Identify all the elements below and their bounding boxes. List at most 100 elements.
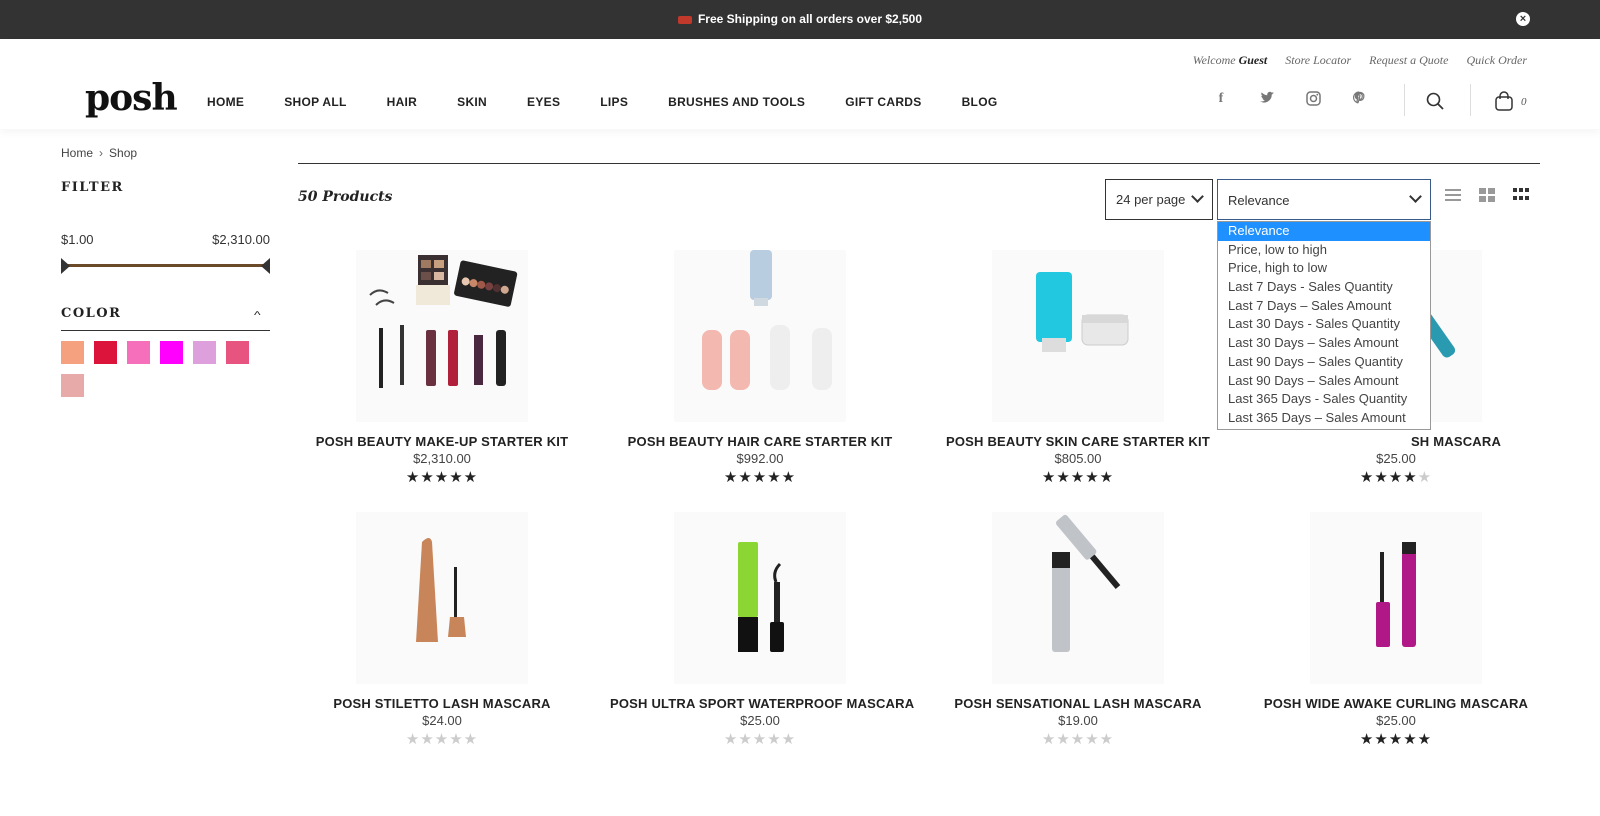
- divider: [61, 330, 270, 331]
- list-view-icon[interactable]: [1445, 188, 1461, 202]
- facebook-icon[interactable]: f: [1212, 91, 1230, 110]
- nav-gift-cards[interactable]: GIFT CARDS: [845, 95, 921, 109]
- breadcrumb-current: Shop: [109, 146, 138, 160]
- star-icon: ★: [449, 469, 464, 486]
- sort-option[interactable]: Last 7 Days - Sales Quantity: [1218, 278, 1430, 297]
- product-card[interactable]: POSH BEAUTY MAKE-UP STARTER KIT $2,310.0…: [292, 250, 592, 486]
- color-swatch[interactable]: [160, 341, 183, 364]
- rating-stars: ★★★★★: [928, 730, 1228, 748]
- product-image[interactable]: [674, 250, 846, 422]
- product-image[interactable]: [356, 250, 528, 422]
- cart-bag-icon[interactable]: [1494, 91, 1514, 111]
- price-range-track[interactable]: [63, 264, 268, 267]
- filter-title: FILTER: [61, 180, 124, 195]
- color-swatch[interactable]: [193, 341, 216, 364]
- rating-stars: ★★★★★: [1246, 730, 1546, 748]
- nav-hair[interactable]: HAIR: [387, 95, 418, 109]
- star-icon: ★: [1388, 731, 1404, 748]
- announcement-bar: Free Shipping on all orders over $2,500 …: [0, 0, 1600, 39]
- rating-stars: ★★★★★: [610, 468, 910, 486]
- nav-lips[interactable]: LIPS: [600, 95, 628, 109]
- nav-blog[interactable]: BLOG: [962, 95, 998, 109]
- request-quote-link[interactable]: Request a Quote: [1369, 53, 1448, 68]
- product-name[interactable]: SH MASCARA: [1246, 434, 1546, 449]
- compact-grid-view-icon[interactable]: [1513, 188, 1529, 202]
- product-card[interactable]: POSH WIDE AWAKE CURLING MASCARA $25.00 ★…: [1246, 512, 1546, 748]
- star-icon: ★: [723, 469, 739, 486]
- nav-home[interactable]: HOME: [207, 95, 244, 109]
- star-icon: ★: [723, 731, 739, 748]
- product-name[interactable]: POSH BEAUTY SKIN CARE STARTER KIT: [928, 434, 1228, 449]
- breadcrumb: Home › Shop: [61, 146, 137, 160]
- product-name[interactable]: POSH BEAUTY HAIR CARE STARTER KIT: [610, 434, 910, 449]
- color-filter-title[interactable]: COLOR: [61, 306, 121, 321]
- product-image[interactable]: [992, 512, 1164, 684]
- nav-skin[interactable]: SKIN: [457, 95, 487, 109]
- sort-option[interactable]: Last 90 Days – Sales Quantity: [1218, 353, 1430, 372]
- product-card[interactable]: POSH SENSATIONAL LASH MASCARA $19.00 ★★★…: [928, 512, 1228, 748]
- star-icon: ★: [1085, 731, 1100, 748]
- sort-option[interactable]: Last 30 Days - Sales Quantity: [1218, 315, 1430, 334]
- product-name[interactable]: POSH ULTRA SPORT WATERPROOF MASCARA: [610, 696, 914, 711]
- star-icon: ★: [434, 731, 450, 748]
- color-swatch[interactable]: [226, 341, 249, 364]
- per-page-select[interactable]: 24 per page: [1105, 179, 1213, 220]
- product-card[interactable]: POSH BEAUTY HAIR CARE STARTER KIT $992.0…: [610, 250, 910, 486]
- instagram-icon[interactable]: [1304, 91, 1322, 110]
- sort-option[interactable]: Last 7 Days – Sales Amount: [1218, 297, 1430, 316]
- twitter-icon[interactable]: [1258, 91, 1276, 110]
- product-name[interactable]: POSH BEAUTY MAKE-UP STARTER KIT: [292, 434, 592, 449]
- product-card[interactable]: POSH STILETTO LASH MASCARA $24.00 ★★★★★: [292, 512, 592, 748]
- star-icon: ★: [1403, 731, 1418, 748]
- product-image[interactable]: [992, 250, 1164, 422]
- product-card[interactable]: POSH BEAUTY SKIN CARE STARTER KIT $805.0…: [928, 250, 1228, 486]
- nav-brushes-and-tools[interactable]: BRUSHES AND TOOLS: [668, 95, 805, 109]
- product-name[interactable]: POSH WIDE AWAKE CURLING MASCARA: [1246, 696, 1546, 711]
- chevron-up-icon[interactable]: ^: [254, 309, 261, 320]
- breadcrumb-home[interactable]: Home: [61, 146, 93, 160]
- store-locator-link[interactable]: Store Locator: [1285, 53, 1351, 68]
- price-range-max-handle[interactable]: [261, 258, 270, 274]
- product-name[interactable]: POSH SENSATIONAL LASH MASCARA: [928, 696, 1228, 711]
- sort-select[interactable]: Relevance: [1217, 179, 1431, 220]
- quick-order-link[interactable]: Quick Order: [1466, 53, 1527, 68]
- grid-view-icon[interactable]: [1479, 188, 1495, 202]
- star-icon: ★: [1041, 731, 1057, 748]
- product-image[interactable]: [1310, 512, 1482, 684]
- sort-option[interactable]: Last 365 Days – Sales Amount: [1218, 409, 1430, 428]
- search-icon[interactable]: [1426, 92, 1444, 110]
- color-swatch[interactable]: [127, 341, 150, 364]
- price-range-min-handle[interactable]: [61, 258, 70, 274]
- color-swatch[interactable]: [61, 374, 84, 397]
- star-icon: ★: [1417, 731, 1433, 748]
- sort-dropdown-list: Relevance Price, low to high Price, high…: [1217, 221, 1431, 430]
- sort-option[interactable]: Last 30 Days – Sales Amount: [1218, 334, 1430, 353]
- nav-shop-all[interactable]: SHOP ALL: [284, 95, 346, 109]
- sort-option[interactable]: Last 365 Days - Sales Quantity: [1218, 390, 1430, 409]
- star-icon: ★: [1041, 469, 1057, 486]
- sort-option[interactable]: Price, high to low: [1218, 259, 1430, 278]
- star-icon: ★: [767, 469, 782, 486]
- product-name[interactable]: POSH STILETTO LASH MASCARA: [292, 696, 592, 711]
- color-swatch[interactable]: [61, 341, 84, 364]
- close-icon[interactable]: ×: [1516, 12, 1530, 26]
- main-nav: HOME SHOP ALL HAIR SKIN EYES LIPS BRUSHE…: [207, 95, 1037, 109]
- star-icon: ★: [420, 731, 435, 748]
- social-links: f: [1212, 91, 1368, 110]
- announcement-text: Free Shipping on all orders over $2,500: [697, 12, 923, 26]
- nav-eyes[interactable]: EYES: [527, 95, 560, 109]
- star-icon: ★: [1099, 469, 1115, 486]
- product-card[interactable]: POSH ULTRA SPORT WATERPROOF MASCARA $25.…: [610, 512, 914, 748]
- sort-option[interactable]: Last 90 Days – Sales Amount: [1218, 372, 1430, 391]
- star-icon: ★: [767, 731, 782, 748]
- logo[interactable]: posh: [85, 77, 178, 119]
- breadcrumb-separator: ›: [99, 146, 104, 160]
- product-price: $25.00: [1376, 713, 1416, 728]
- view-toggles: [1445, 188, 1529, 202]
- sort-option[interactable]: Relevance: [1218, 222, 1430, 241]
- color-swatch[interactable]: [94, 341, 117, 364]
- product-image[interactable]: [356, 512, 528, 684]
- product-image[interactable]: [674, 512, 846, 684]
- sort-option[interactable]: Price, low to high: [1218, 241, 1430, 260]
- pinterest-icon[interactable]: [1350, 91, 1368, 110]
